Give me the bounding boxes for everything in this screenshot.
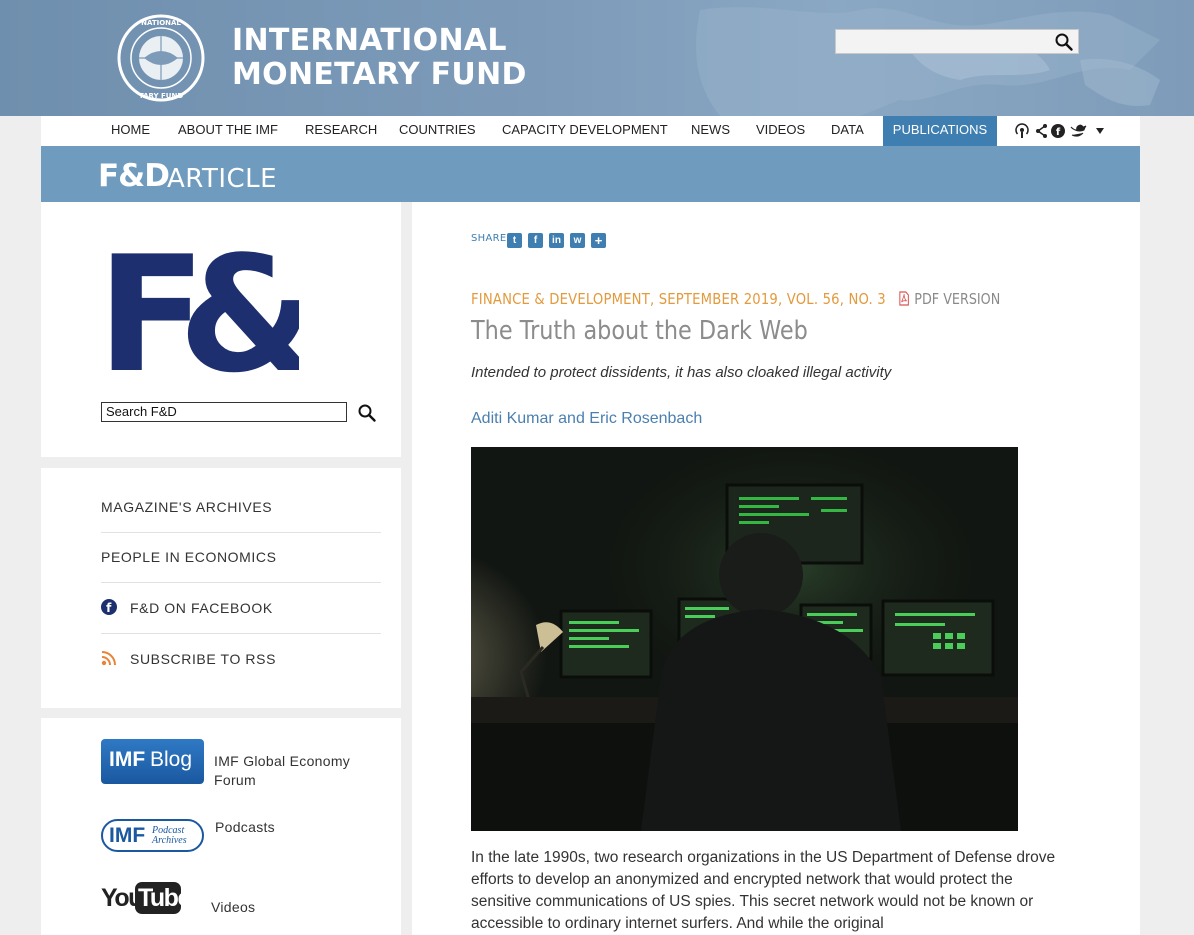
sidebar-media-panel: IMF Blog IMF Global Economy Forum IMF Po… xyxy=(41,718,401,935)
nav-item-research[interactable]: RESEARCH xyxy=(305,116,377,146)
sidebar-link-label: MAGAZINE'S ARCHIVES xyxy=(101,499,273,515)
linkedin-icon[interactable]: in xyxy=(549,233,564,248)
article-body: In the late 1990s, two research organiza… xyxy=(471,849,1056,932)
sidebar-link-facebook[interactable]: f F&D ON FACEBOOK xyxy=(101,583,381,634)
nav-item-data[interactable]: DATA xyxy=(831,116,864,146)
fd-band-label: F&D xyxy=(98,158,170,194)
imf-seal-logo: NATIONAL TARY FUND xyxy=(117,14,205,102)
article-band-label: ARTICLE xyxy=(167,164,278,194)
search-icon[interactable] xyxy=(1054,32,1074,52)
sidebar-link-people[interactable]: PEOPLE IN ECONOMICS xyxy=(101,532,381,583)
site-search-input[interactable] xyxy=(840,31,1054,54)
pdf-version-label: PDF VERSION xyxy=(914,290,1001,308)
nav-social-icons: f xyxy=(1015,123,1104,138)
svg-text:f: f xyxy=(106,601,112,615)
nav-item-news[interactable]: NEWS xyxy=(691,116,730,146)
facebook-icon[interactable]: f xyxy=(1051,124,1065,138)
sidebar-logo-search-panel: F&D Search F&D xyxy=(41,202,401,457)
org-name-line1: INTERNATIONAL xyxy=(232,23,507,58)
twitter-icon[interactable]: t xyxy=(507,233,522,248)
nav-item-capacity-development[interactable]: CAPACITY DEVELOPMENT xyxy=(502,116,668,146)
twitter-icon[interactable] xyxy=(1070,124,1087,137)
sidebar-link-label: SUBSCRIBE TO RSS xyxy=(130,651,277,667)
imf-wordmark[interactable]: INTERNATIONAL MONETARY FUND xyxy=(232,24,527,92)
article-panel: SHARE: t f in w + FINANCE & DEVELOPMENT,… xyxy=(412,202,1140,935)
sidebar-link-label: F&D ON FACEBOOK xyxy=(130,600,273,616)
pdf-icon xyxy=(899,291,909,306)
nav-item-publications[interactable]: PUBLICATIONS xyxy=(883,116,997,146)
logo-text: IMF xyxy=(109,824,146,847)
fd-logo-letters: F&D xyxy=(99,232,299,388)
logo-text: Podcast Archives xyxy=(152,825,187,846)
issue-line: FINANCE & DEVELOPMENT, SEPTEMBER 2019, V… xyxy=(471,290,886,308)
logo-text: IMF xyxy=(109,748,146,771)
nav-item-videos[interactable]: VIDEOS xyxy=(756,116,805,146)
nav-item-about[interactable]: ABOUT THE IMF xyxy=(178,116,278,146)
sidebar-links-panel: MAGAZINE'S ARCHIVES PEOPLE IN ECONOMICS … xyxy=(41,468,401,708)
imf-podcast-logo[interactable]: IMF Podcast Archives xyxy=(101,819,204,852)
media-label-podcasts[interactable]: Podcasts xyxy=(215,819,275,835)
sidebar-link-archives[interactable]: MAGAZINE'S ARCHIVES xyxy=(101,482,381,533)
share-label: SHARE: xyxy=(471,233,511,244)
article-title: The Truth about the Dark Web xyxy=(471,316,808,346)
plus-icon[interactable]: + xyxy=(591,233,606,248)
weibo-icon[interactable]: w xyxy=(570,233,585,248)
hacker-at-monitors-illustration xyxy=(471,447,1018,831)
media-label-blog[interactable]: IMF Global Economy Forum xyxy=(214,752,364,790)
nav-item-home[interactable]: HOME xyxy=(111,116,150,146)
fd-magazine-logo[interactable]: F&D xyxy=(99,232,299,388)
site-header: NATIONAL TARY FUND INTERNATIONAL MONETAR… xyxy=(0,0,1194,116)
svg-text:f: f xyxy=(1056,127,1061,138)
logo-text: Tube xyxy=(138,884,191,912)
share-icon[interactable] xyxy=(1036,124,1047,138)
article-hero-image xyxy=(471,447,1018,831)
imf-blog-logo[interactable]: IMF Blog xyxy=(101,739,204,784)
article-authors[interactable]: Aditi Kumar and Eric Rosenbach xyxy=(471,410,702,428)
pdf-version-link[interactable]: PDF VERSION xyxy=(899,290,1000,308)
site-search-box xyxy=(835,29,1079,54)
youtube-logo[interactable]: You Tube xyxy=(101,882,191,916)
section-band: F&D ARTICLE xyxy=(41,146,1140,202)
facebook-icon: f xyxy=(101,599,117,615)
org-name-line2: MONETARY FUND xyxy=(232,57,527,92)
main-navigation: HOME ABOUT THE IMF RESEARCH COUNTRIES CA… xyxy=(41,116,1140,146)
svg-text:TARY FUND: TARY FUND xyxy=(139,92,183,100)
logo-text: Blog xyxy=(150,748,193,771)
caret-down-icon[interactable] xyxy=(1096,128,1104,134)
media-label-videos[interactable]: Videos xyxy=(211,899,255,915)
rss-icon xyxy=(101,651,116,666)
search-icon[interactable] xyxy=(357,402,377,424)
nav-item-countries[interactable]: COUNTRIES xyxy=(399,116,476,146)
article-subtitle: Intended to protect dissidents, it has a… xyxy=(471,364,892,381)
sidebar-link-label: PEOPLE IN ECONOMICS xyxy=(101,549,277,565)
podcast-icon[interactable] xyxy=(1015,123,1029,138)
fd-search-input[interactable]: Search F&D xyxy=(101,402,347,422)
svg-text:NATIONAL: NATIONAL xyxy=(141,19,181,27)
facebook-icon[interactable]: f xyxy=(528,233,543,248)
sidebar-link-rss[interactable]: SUBSCRIBE TO RSS xyxy=(101,634,381,684)
